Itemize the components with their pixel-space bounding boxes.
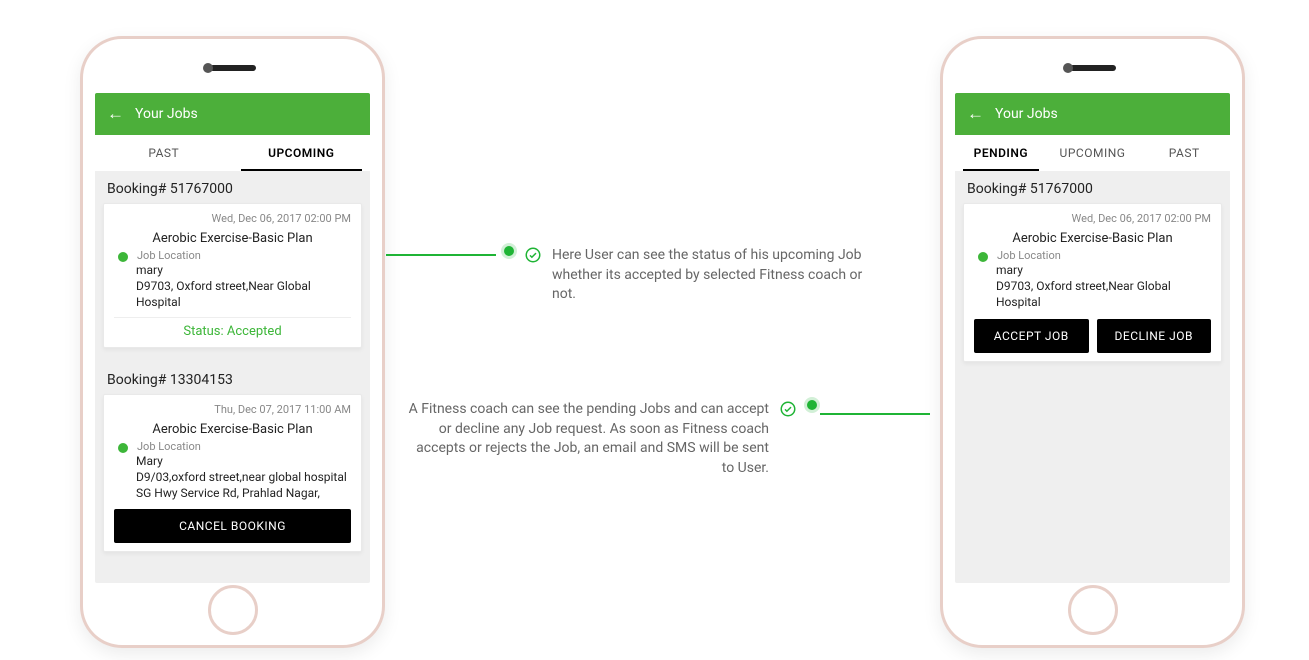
tabs-bar: PENDING UPCOMING PAST [955, 135, 1230, 171]
annotation-text: Here User can see the status of his upco… [552, 246, 874, 305]
tab-past[interactable]: PAST [1138, 135, 1230, 171]
job-plan: Aerobic Exercise-Basic Plan [974, 231, 1211, 246]
job-datetime: Wed, Dec 06, 2017 02:00 PM [114, 212, 351, 225]
annotation-2: A Fitness coach can see the pending Jobs… [407, 400, 817, 478]
back-arrow-icon[interactable]: ← [967, 104, 987, 124]
decline-job-button[interactable]: DECLINE JOB [1097, 319, 1212, 353]
tab-upcoming[interactable]: UPCOMING [233, 135, 371, 171]
phone-screen-coach: ← Your Jobs PENDING UPCOMING PAST Bookin… [955, 93, 1230, 583]
location-name: mary [118, 262, 351, 278]
booking-number: Booking# 51767000 [955, 171, 1230, 203]
job-card[interactable]: Wed, Dec 06, 2017 02:00 PM Aerobic Exerc… [103, 203, 362, 348]
job-card[interactable]: Thu, Dec 07, 2017 11:00 AM Aerobic Exerc… [103, 394, 362, 553]
location-name: Mary [118, 453, 351, 469]
jobs-list: Booking# 51767000 Wed, Dec 06, 2017 02:0… [95, 171, 370, 583]
cancel-booking-button[interactable]: CANCEL BOOKING [114, 509, 351, 543]
status-dot-icon [978, 252, 988, 262]
accept-job-button[interactable]: ACCEPT JOB [974, 319, 1089, 353]
header-title: Your Jobs [135, 106, 198, 122]
app-header: ← Your Jobs [955, 93, 1230, 135]
job-datetime: Thu, Dec 07, 2017 11:00 AM [114, 403, 351, 416]
location-label: Job Location [997, 249, 1061, 262]
booking-number: Booking# 51767000 [95, 171, 370, 203]
phone-coach: ← Your Jobs PENDING UPCOMING PAST Bookin… [940, 36, 1245, 648]
connector-dot-icon [807, 400, 817, 410]
job-status: Status: Accepted [114, 317, 351, 339]
tab-pending[interactable]: PENDING [955, 135, 1047, 171]
phone-screen-user: ← Your Jobs PAST UPCOMING Booking# 51767… [95, 93, 370, 583]
status-dot-icon [118, 252, 128, 262]
phone-camera [203, 63, 213, 73]
connector-dot-icon [504, 246, 514, 256]
location-address: D9703, Oxford street,Near Global Hospita… [978, 278, 1211, 310]
header-title: Your Jobs [995, 106, 1058, 122]
booking-number: Booking# 13304153 [95, 362, 370, 394]
location-label: Job Location [137, 440, 201, 453]
location-address: D9/03,oxford street,near global hospital… [118, 469, 351, 501]
status-dot-icon [118, 443, 128, 453]
phone-camera [1063, 63, 1073, 73]
location-name: mary [978, 262, 1211, 278]
tab-past[interactable]: PAST [95, 135, 233, 171]
job-card[interactable]: Wed, Dec 06, 2017 02:00 PM Aerobic Exerc… [963, 203, 1222, 362]
job-plan: Aerobic Exercise-Basic Plan [114, 422, 351, 437]
back-arrow-icon[interactable]: ← [107, 104, 127, 124]
tabs-bar: PAST UPCOMING [95, 135, 370, 171]
annotation-connector [386, 254, 496, 256]
annotation-text: A Fitness coach can see the pending Jobs… [407, 400, 769, 478]
phone-user: ← Your Jobs PAST UPCOMING Booking# 51767… [80, 36, 385, 648]
check-circle-icon [524, 246, 542, 264]
jobs-list: Booking# 51767000 Wed, Dec 06, 2017 02:0… [955, 171, 1230, 583]
annotation-1: Here User can see the status of his upco… [504, 246, 874, 305]
annotation-connector [820, 413, 930, 415]
job-datetime: Wed, Dec 06, 2017 02:00 PM [974, 212, 1211, 225]
check-circle-icon [779, 400, 797, 418]
tab-upcoming[interactable]: UPCOMING [1047, 135, 1139, 171]
location-address: D9703, Oxford street,Near Global Hospita… [118, 278, 351, 310]
job-plan: Aerobic Exercise-Basic Plan [114, 231, 351, 246]
app-header: ← Your Jobs [95, 93, 370, 135]
location-label: Job Location [137, 249, 201, 262]
